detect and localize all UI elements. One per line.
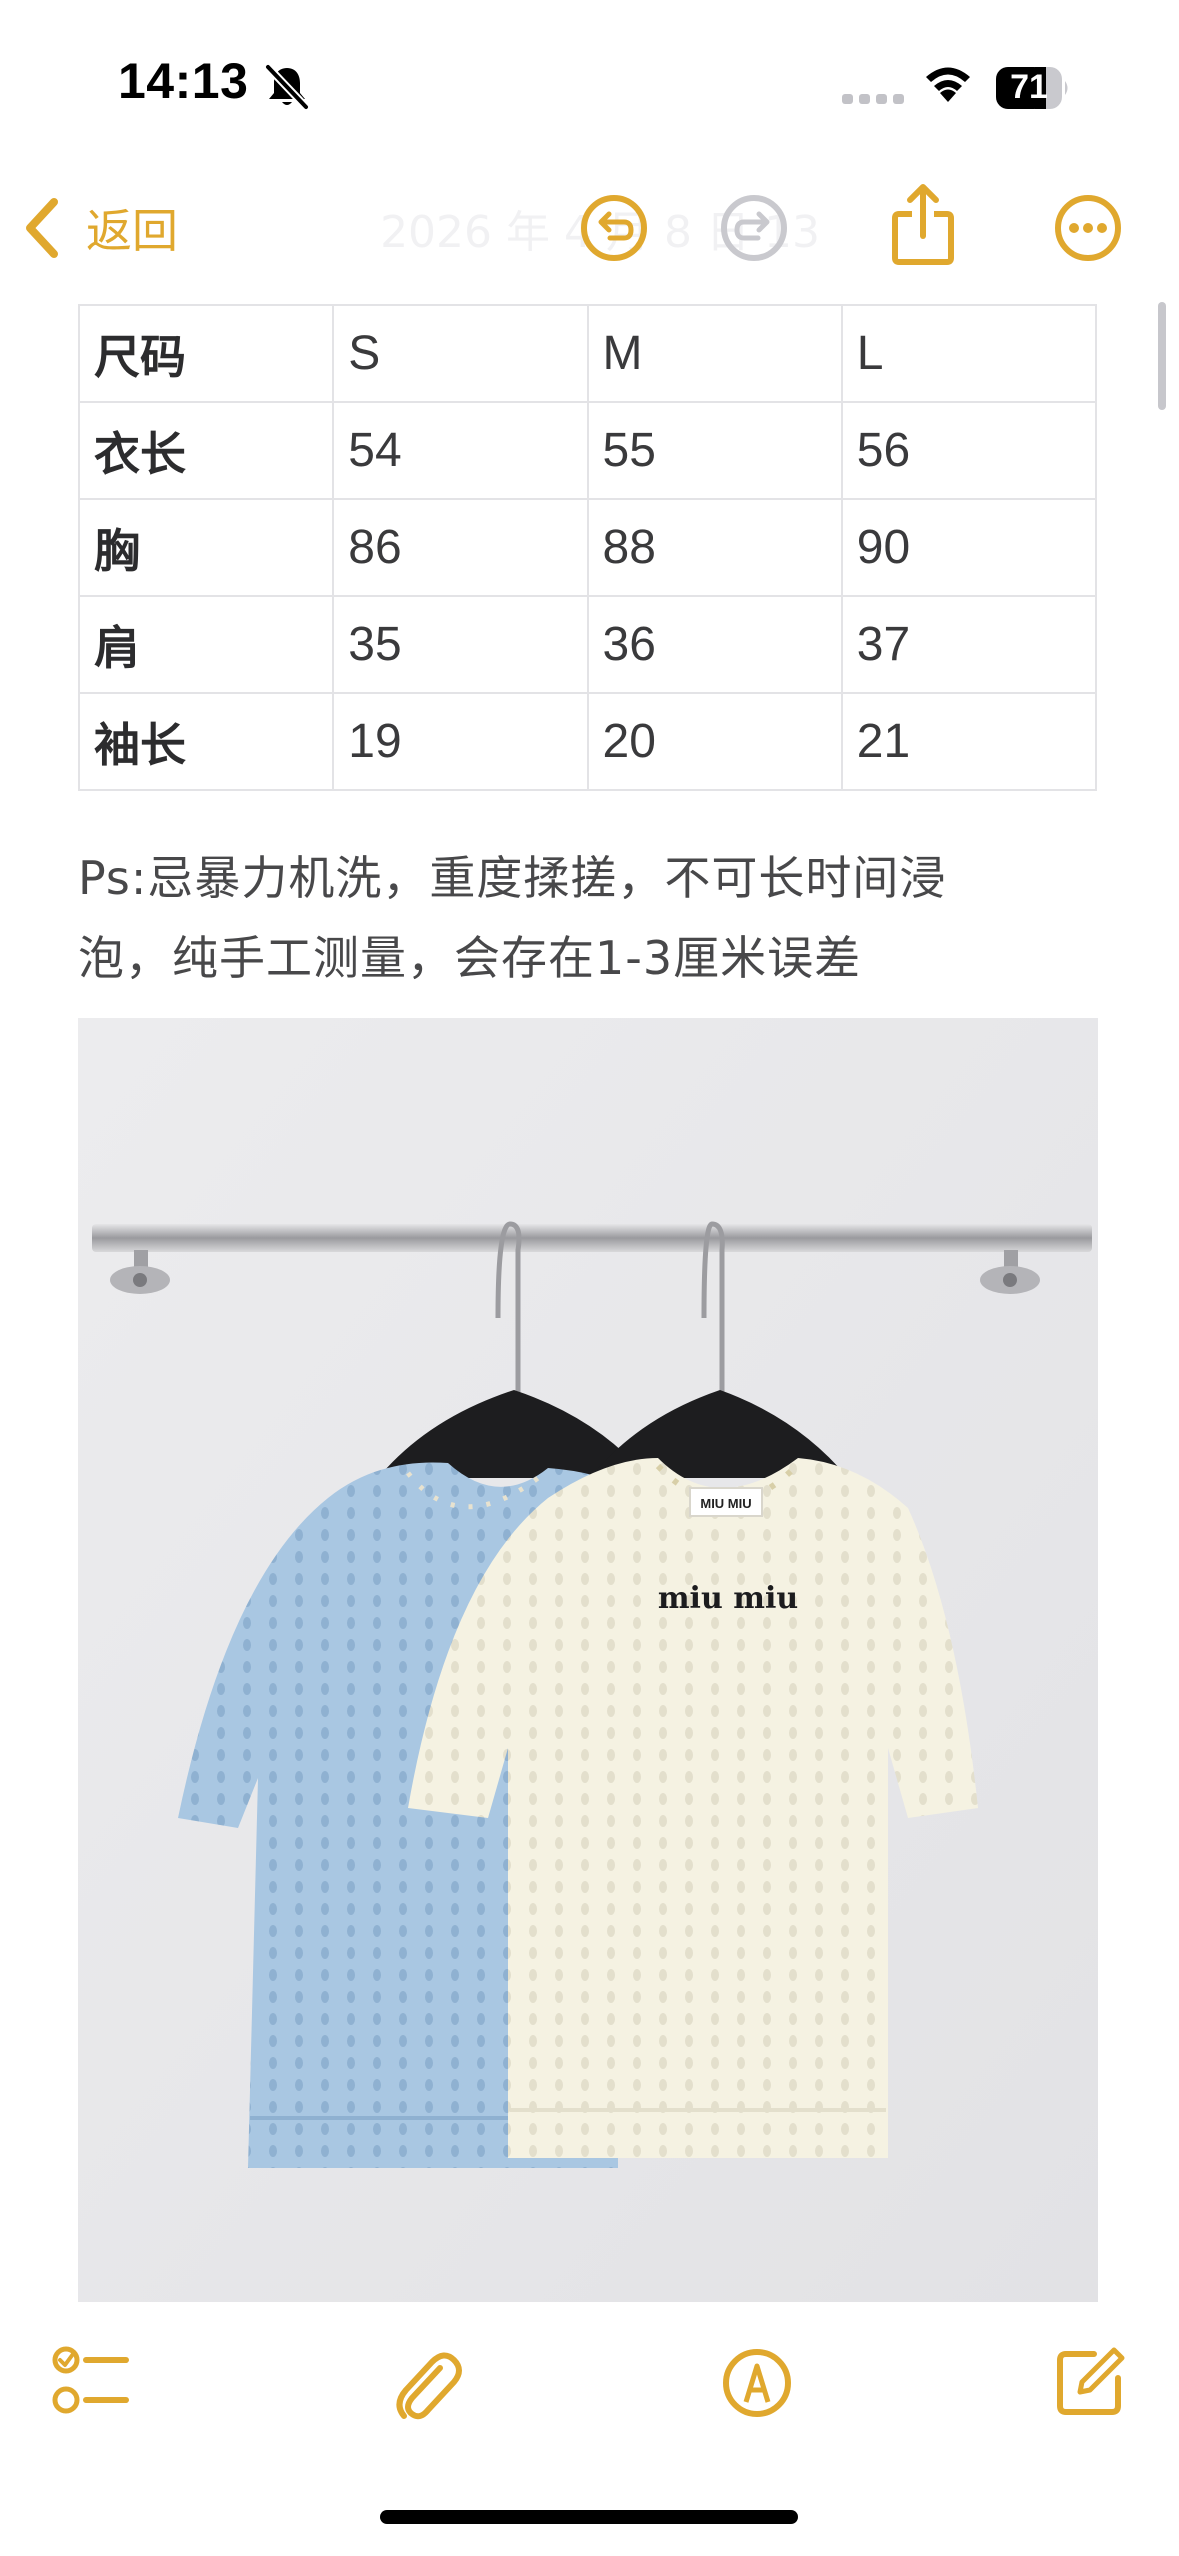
undo-icon [581, 195, 647, 261]
brand-print: miu miu [658, 1581, 798, 1616]
checklist-icon [52, 2346, 129, 2414]
table-row: 袖长 19 20 21 [77, 692, 1098, 791]
undo-button[interactable] [578, 192, 650, 268]
table-cell[interactable]: 21 [840, 692, 1098, 791]
table-cell[interactable]: 肩 [77, 595, 335, 694]
table-cell[interactable]: 20 [586, 692, 843, 791]
table-cell[interactable]: 56 [840, 401, 1098, 500]
share-icon [892, 184, 954, 265]
table-cell[interactable]: 54 [332, 401, 589, 500]
table-cell[interactable]: S [332, 304, 589, 403]
status-time: 14:13 [118, 53, 249, 109]
table-row: 肩 35 36 37 [77, 595, 1098, 694]
table-cell[interactable]: 90 [840, 498, 1098, 597]
compose-icon [1057, 2347, 1125, 2415]
table-header-row: 尺码 S M L [77, 304, 1098, 403]
table-cell[interactable]: 35 [332, 595, 589, 694]
table-cell[interactable]: 胸 [77, 498, 335, 597]
table-row: 胸 86 88 90 [77, 498, 1098, 597]
chevron-left-icon [26, 198, 58, 258]
battery-level: 71 [1010, 68, 1048, 106]
status-bar: 14:13 71 [0, 0, 1179, 170]
note-line: Ps:忌暴力机洗，重度揉搓，不可长时间浸 [78, 851, 947, 905]
markup-pen-icon [723, 2349, 791, 2417]
note-line: 泡，纯手工测量，会存在1-3厘米误差 [78, 931, 862, 985]
table-cell[interactable]: 衣长 [77, 401, 335, 500]
size-table: 尺码 S M L 衣长 54 55 56 胸 86 88 90 肩 35 36 … [77, 304, 1098, 791]
table-cell[interactable]: 36 [586, 595, 843, 694]
table-row: 衣长 54 55 56 [77, 401, 1098, 500]
table-cell[interactable]: 86 [332, 498, 589, 597]
bell-slash-icon [264, 63, 310, 111]
table-cell[interactable]: 55 [586, 401, 843, 500]
compose-button[interactable] [1054, 2344, 1128, 2422]
table-cell[interactable]: 37 [840, 595, 1098, 694]
back-button[interactable]: 返回 [22, 188, 178, 268]
table-cell[interactable]: M [586, 304, 843, 403]
attach-button[interactable] [392, 2346, 464, 2430]
redo-icon [721, 195, 787, 261]
more-button[interactable] [1052, 192, 1124, 268]
share-button[interactable] [890, 182, 956, 270]
checklist-button[interactable] [52, 2344, 132, 2424]
product-photo-image: MIU MIU miu miu [78, 1018, 1098, 2302]
product-photo[interactable]: MIU MIU miu miu [78, 1018, 1098, 2302]
table-cell[interactable]: 袖长 [77, 692, 335, 791]
more-icon [1055, 195, 1121, 261]
table-cell[interactable]: 19 [332, 692, 589, 791]
home-indicator[interactable] [380, 2510, 798, 2524]
table-cell[interactable]: L [840, 304, 1098, 403]
markup-button[interactable] [720, 2346, 794, 2424]
note-body[interactable]: Ps:忌暴力机洗，重度揉搓，不可长时间浸 泡，纯手工测量，会存在1-3厘米误差 [78, 838, 1098, 998]
clothes-rail [92, 1224, 1092, 1252]
paperclip-icon [396, 2352, 462, 2420]
cellular-signal-icon [842, 94, 904, 104]
scroll-indicator[interactable] [1158, 302, 1166, 410]
redo-button[interactable] [718, 192, 790, 268]
collar-label-text: MIU MIU [700, 1496, 751, 1511]
wifi-icon [926, 67, 970, 102]
table-cell[interactable]: 尺码 [77, 304, 335, 403]
table-cell[interactable]: 88 [586, 498, 843, 597]
back-label: 返回 [86, 204, 178, 258]
